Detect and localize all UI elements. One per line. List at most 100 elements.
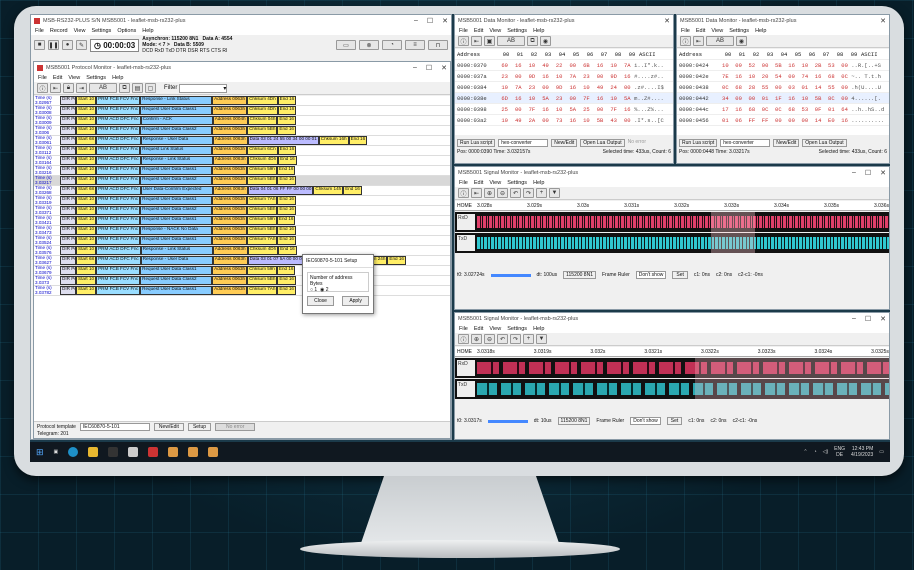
hex-byte[interactable]: 16	[511, 95, 525, 102]
hex-byte[interactable]: 10	[745, 73, 758, 80]
hex-byte[interactable]: 00	[593, 73, 607, 80]
hex2-menu-file[interactable]: File	[681, 28, 690, 34]
hex-byte[interactable]: 00	[798, 117, 811, 124]
hex-row[interactable]: 0000:0384 10 7A 23 00 9D 16 10 49 24 00 .z#....I$	[455, 82, 673, 93]
hex-byte[interactable]: 25	[580, 106, 594, 113]
hex-byte[interactable]: 49	[511, 117, 525, 124]
hex-byte[interactable]: 00	[593, 106, 607, 113]
sig2-menu-help[interactable]: Help	[533, 326, 544, 332]
plus-icon[interactable]: +	[523, 334, 534, 344]
hex-byte[interactable]: 74	[798, 73, 811, 80]
hex-byte[interactable]: 00	[511, 106, 525, 113]
table-row[interactable]: Time (s) 3.03217 DIR Port AStart 10PRM FC…	[34, 175, 450, 186]
hex-byte[interactable]: 16	[732, 106, 745, 113]
copy-icon[interactable]: ⧉	[119, 83, 130, 93]
hex-byte[interactable]: 6D	[498, 95, 512, 102]
hex-byte[interactable]: FF	[745, 117, 758, 124]
hex-byte[interactable]: 22	[552, 62, 566, 69]
proto-menu-settings[interactable]: Settings	[86, 75, 106, 81]
proto-menu-view[interactable]: View	[68, 75, 80, 81]
close-icon[interactable]: ✕	[664, 17, 670, 25]
trigger-icon[interactable]: ▼	[549, 188, 560, 198]
hex-byte[interactable]: 53	[798, 106, 811, 113]
record-icon[interactable]: ●	[62, 40, 73, 50]
hex-byte[interactable]: 55	[825, 84, 838, 91]
trigger-icon[interactable]: ▼	[536, 334, 547, 344]
nav-last-icon[interactable]: ⇥	[76, 83, 87, 93]
minimize-icon[interactable]: –	[852, 169, 856, 177]
undo-icon[interactable]: ↶	[510, 188, 521, 198]
sig1-home[interactable]: HOME	[455, 203, 477, 209]
hex-byte[interactable]: 10	[552, 106, 566, 113]
volume-icon[interactable]: ◁)	[823, 449, 829, 455]
menu-help[interactable]: Help	[142, 28, 153, 34]
hex1-menu-settings[interactable]: Settings	[507, 28, 527, 34]
hex-row[interactable]: 0000:0398 25 00 7F 16 10 5A 25 00 7F 16 %...Z%...	[455, 104, 673, 115]
window-controls[interactable]: – ☐ ✕	[414, 17, 448, 25]
hex-byte[interactable]: 00	[566, 95, 580, 102]
hex-byte[interactable]: 00	[745, 95, 758, 102]
close-icon[interactable]: ✕	[880, 169, 886, 177]
close-button[interactable]: Close	[307, 296, 334, 306]
maximize-icon[interactable]: ☐	[865, 169, 871, 177]
hex-row[interactable]: 0000:0370 69 16 10 49 22 00 6B 16 10 7A i..I".k..	[455, 60, 673, 71]
hex-byte[interactable]: 00	[620, 117, 634, 124]
nav-first-icon[interactable]: ⇤	[693, 36, 704, 46]
hex2-menu-help[interactable]: Help	[755, 28, 766, 34]
menu-file[interactable]: File	[35, 28, 44, 34]
hex-row[interactable]: 0000:042e 7E 16 10 20 54 00 74 16 68 0C ~.. T.t.h	[677, 71, 889, 82]
hex-byte[interactable]: 16	[566, 84, 580, 91]
hex-byte[interactable]: 5B	[811, 95, 824, 102]
sig2-dont-show[interactable]: Don't show	[630, 417, 661, 425]
hex-byte[interactable]: 10	[607, 62, 621, 69]
hex-byte[interactable]: 7F	[607, 106, 621, 113]
hex-byte[interactable]: 01	[825, 106, 838, 113]
hex-byte[interactable]: 10	[552, 73, 566, 80]
hex-byte[interactable]: FF	[758, 117, 771, 124]
hex-byte[interactable]: 16	[838, 117, 851, 124]
notification-icon[interactable]: ▭	[879, 449, 884, 455]
hex-byte[interactable]: 00	[785, 117, 798, 124]
hex-byte[interactable]: 00	[620, 84, 634, 91]
hex-byte[interactable]: 7F	[580, 95, 594, 102]
hex-byte[interactable]: 23	[498, 73, 512, 80]
hex-byte[interactable]: 00	[838, 95, 851, 102]
open-lua-button[interactable]: Open Lua Output	[802, 139, 847, 147]
hex-byte[interactable]: 01	[758, 95, 771, 102]
hex-byte[interactable]: 16	[566, 117, 580, 124]
table-row[interactable]: Time (s) 3.0373 DIR Port AStart 10PRM FCB…	[34, 275, 450, 286]
hex-new-edit-button[interactable]: New/Edit	[773, 139, 800, 147]
hex-byte[interactable]: E0	[825, 117, 838, 124]
nav-first-icon[interactable]: ⇤	[471, 36, 482, 46]
hex-byte[interactable]: 5A	[566, 106, 580, 113]
terminal-icon[interactable]: ▭	[336, 40, 356, 50]
proto-menu-help[interactable]: Help	[112, 75, 123, 81]
hex-byte[interactable]: 01	[798, 84, 811, 91]
table-row[interactable]: Time (s) 3.03576 DIR Port BStart 10PRM AC…	[34, 245, 450, 256]
new-edit-button[interactable]: New/Edit	[153, 423, 184, 431]
plus-icon[interactable]: +	[536, 188, 547, 198]
network-app-icon[interactable]	[128, 447, 139, 457]
hex-byte[interactable]: 5B	[593, 117, 607, 124]
hex-byte[interactable]: 10	[525, 95, 539, 102]
hex-byte[interactable]: 01	[719, 117, 732, 124]
undo-icon[interactable]: ↶	[497, 334, 508, 344]
hex-byte[interactable]: 16	[785, 95, 798, 102]
hex-byte[interactable]: 16	[732, 73, 745, 80]
sig1-slider[interactable]	[490, 273, 531, 277]
open-icon[interactable]: ▢	[145, 83, 156, 93]
hex-view-icon[interactable]: AB	[706, 36, 734, 46]
setup-button[interactable]: Setup	[187, 423, 212, 431]
sig1-dont-show[interactable]: Don't show	[635, 271, 667, 279]
table-row[interactable]: Time (s) 3.03473 DIR Port AStart 10PRM FC…	[34, 225, 450, 236]
hex-byte[interactable]: 10	[498, 117, 512, 124]
lock-icon[interactable]: 🔒︎	[63, 83, 74, 93]
hex-byte[interactable]: 52	[745, 62, 758, 69]
hex-byte[interactable]: 16	[511, 62, 525, 69]
hex-byte[interactable]: 7A	[566, 73, 580, 80]
hex-byte[interactable]: 5A	[539, 95, 553, 102]
table-row[interactable]: Time (s) 3.03008 DIR Port AStart 10PRM FC…	[34, 105, 450, 116]
hex-byte[interactable]: 00	[539, 84, 553, 91]
zoom-out-icon[interactable]: ⊖	[497, 188, 508, 198]
zoom-in-icon[interactable]: ⊕	[484, 188, 495, 198]
